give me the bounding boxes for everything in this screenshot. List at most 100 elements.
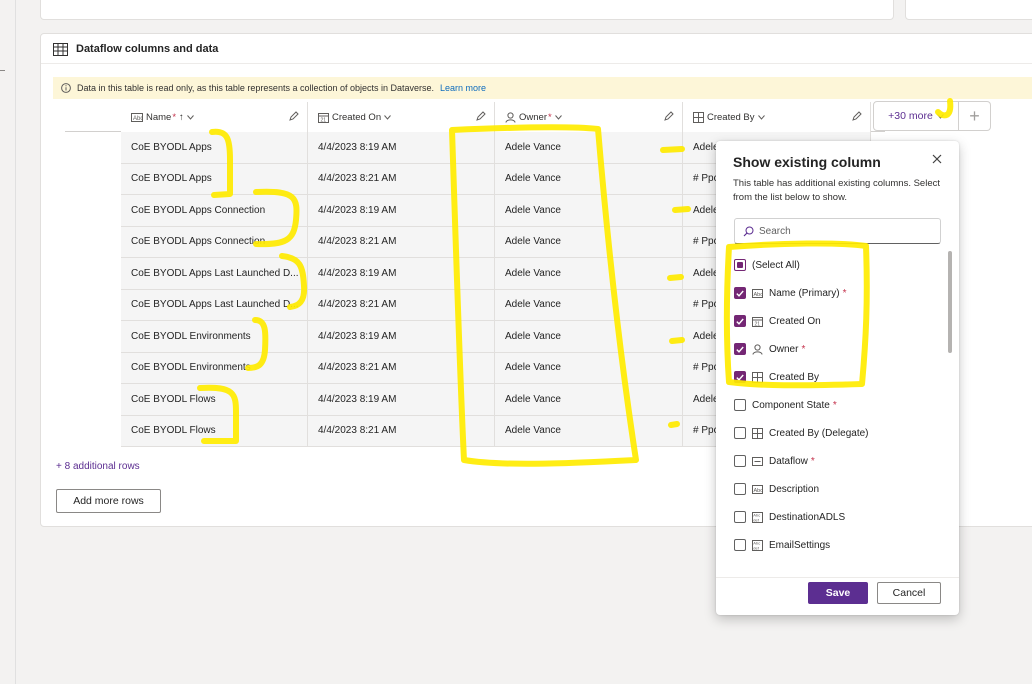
required-mark: *	[842, 287, 847, 299]
checkbox[interactable]	[734, 343, 746, 355]
cell-owner[interactable]: Adele Vance	[495, 195, 683, 226]
cell-created-on[interactable]: 4/4/2023 8:21 AM	[308, 226, 495, 257]
cell-name[interactable]: CoE BYODL Apps Connection	[121, 226, 308, 257]
learn-more-link[interactable]: Learn more	[440, 83, 486, 93]
checkbox[interactable]	[734, 455, 746, 467]
edit-icon[interactable]	[664, 111, 674, 121]
column-option[interactable]: 21 Created On	[726, 307, 941, 335]
column-option[interactable]: Abc def DestinationADLS	[726, 503, 941, 531]
required-mark: *	[810, 455, 815, 467]
column-option[interactable]: Abc Name (Primary) *	[726, 279, 941, 307]
svg-text:def: def	[753, 517, 759, 522]
checkbox[interactable]	[734, 315, 746, 327]
option-label: EmailSettings	[769, 539, 831, 551]
search-box[interactable]	[734, 218, 941, 244]
add-more-rows-button[interactable]: Add more rows	[56, 489, 161, 513]
checkbox[interactable]	[734, 399, 746, 411]
cell-owner[interactable]: Adele Vance	[495, 163, 683, 194]
option-label: Description	[769, 483, 820, 495]
multiline-text-icon: Abc def	[752, 539, 763, 551]
cell-name[interactable]: CoE BYODL Apps Last Launched D...	[121, 289, 308, 320]
cell-owner[interactable]: Adele Vance	[495, 289, 683, 320]
checkbox[interactable]	[734, 287, 746, 299]
cell-owner[interactable]: Adele Vance	[495, 384, 683, 415]
more-columns-label: +30 more	[888, 110, 933, 122]
person-icon	[752, 343, 763, 355]
cell-owner[interactable]: Adele Vance	[495, 226, 683, 257]
checkbox[interactable]	[734, 371, 746, 383]
column-option[interactable]: Created By (Delegate)	[726, 419, 941, 447]
cell-created-on[interactable]: 4/4/2023 8:21 AM	[308, 289, 495, 320]
column-label: Created On	[332, 111, 382, 123]
checkbox[interactable]	[734, 539, 746, 551]
chevron-down-icon	[757, 114, 765, 120]
cell-created-on[interactable]: 4/4/2023 8:19 AM	[308, 384, 495, 415]
cell-owner[interactable]: Adele Vance	[495, 352, 683, 383]
cell-created-on[interactable]: 4/4/2023 8:19 AM	[308, 258, 495, 289]
close-icon[interactable]	[932, 154, 942, 164]
more-columns-button[interactable]: +30 more	[873, 101, 959, 131]
svg-text:Abc: Abc	[754, 487, 764, 493]
chevron-down-icon	[554, 114, 562, 120]
cell-name[interactable]: CoE BYODL Apps	[121, 163, 308, 194]
save-button[interactable]: Save	[808, 582, 868, 604]
option-label: Created By (Delegate)	[769, 427, 869, 439]
cancel-button[interactable]: Cancel	[877, 582, 941, 604]
column-option[interactable]: Abc Description	[726, 475, 941, 503]
card-divider	[41, 63, 1032, 64]
left-rail	[0, 0, 16, 684]
panel-title: Show existing column	[733, 154, 881, 170]
column-option[interactable]: Created By	[726, 363, 941, 391]
table-icon	[53, 42, 68, 56]
cell-created-on[interactable]: 4/4/2023 8:19 AM	[308, 195, 495, 226]
read-only-banner: Data in this table is read only, as this…	[53, 77, 1032, 99]
cell-name[interactable]: CoE BYODL Apps	[121, 132, 308, 163]
option-label: Component State	[752, 399, 830, 411]
cell-created-on[interactable]: 4/4/2023 8:19 AM	[308, 132, 495, 163]
column-label: Created By	[707, 111, 755, 123]
cell-name[interactable]: CoE BYODL Apps Last Launched D...	[121, 258, 308, 289]
cell-owner[interactable]: Adele Vance	[495, 415, 683, 446]
cell-name[interactable]: CoE BYODL Environments	[121, 352, 308, 383]
cell-owner[interactable]: Adele Vance	[495, 258, 683, 289]
column-header-created-on[interactable]: 21 Created On	[308, 102, 495, 132]
column-option[interactable]: AbcdefGatewayObjectId	[726, 559, 941, 567]
cell-created-on[interactable]: 4/4/2023 8:21 AM	[308, 163, 495, 194]
column-header-name[interactable]: Abc Name * ↑	[121, 102, 308, 132]
cell-created-on[interactable]: 4/4/2023 8:21 AM	[308, 415, 495, 446]
column-checkbox-list: (Select All) Abc Name (Primary) * 21 Created …	[726, 251, 941, 567]
list-scrollbar[interactable]	[948, 251, 952, 353]
cell-name[interactable]: CoE BYODL Environments	[121, 321, 308, 352]
cell-name[interactable]: CoE BYODL Flows	[121, 415, 308, 446]
edit-icon[interactable]	[289, 111, 299, 121]
rail-tick	[0, 70, 5, 71]
cell-name[interactable]: CoE BYODL Apps Connection	[121, 195, 308, 226]
checkbox[interactable]	[734, 511, 746, 523]
info-icon	[61, 83, 71, 93]
cell-created-on[interactable]: 4/4/2023 8:19 AM	[308, 321, 495, 352]
chevron-down-icon	[936, 113, 944, 119]
cell-name[interactable]: CoE BYODL Flows	[121, 384, 308, 415]
add-column-button[interactable]: +	[959, 101, 991, 131]
svg-text:Abc: Abc	[133, 116, 143, 122]
column-header-created-by[interactable]: Created By	[683, 102, 871, 132]
additional-rows-label: + 8 additional rows	[56, 461, 140, 472]
cell-owner[interactable]: Adele Vance	[495, 132, 683, 163]
column-option[interactable]: Dataflow *	[726, 447, 941, 475]
option-label: (Select All)	[752, 259, 800, 271]
column-option[interactable]: Component State *	[726, 391, 941, 419]
column-option[interactable]: (Select All)	[726, 251, 941, 279]
edit-icon[interactable]	[476, 111, 486, 121]
checkbox[interactable]	[734, 427, 746, 439]
column-header-owner[interactable]: Owner *	[495, 102, 683, 132]
checkbox[interactable]	[734, 483, 746, 495]
column-option[interactable]: Abc def EmailSettings	[726, 531, 941, 559]
edit-icon[interactable]	[852, 111, 862, 121]
column-option[interactable]: Owner *	[726, 335, 941, 363]
chevron-down-icon	[186, 114, 194, 120]
required-mark: *	[547, 111, 552, 123]
search-input[interactable]	[759, 225, 929, 237]
cell-owner[interactable]: Adele Vance	[495, 321, 683, 352]
checkbox[interactable]	[734, 259, 746, 271]
cell-created-on[interactable]: 4/4/2023 8:21 AM	[308, 352, 495, 383]
